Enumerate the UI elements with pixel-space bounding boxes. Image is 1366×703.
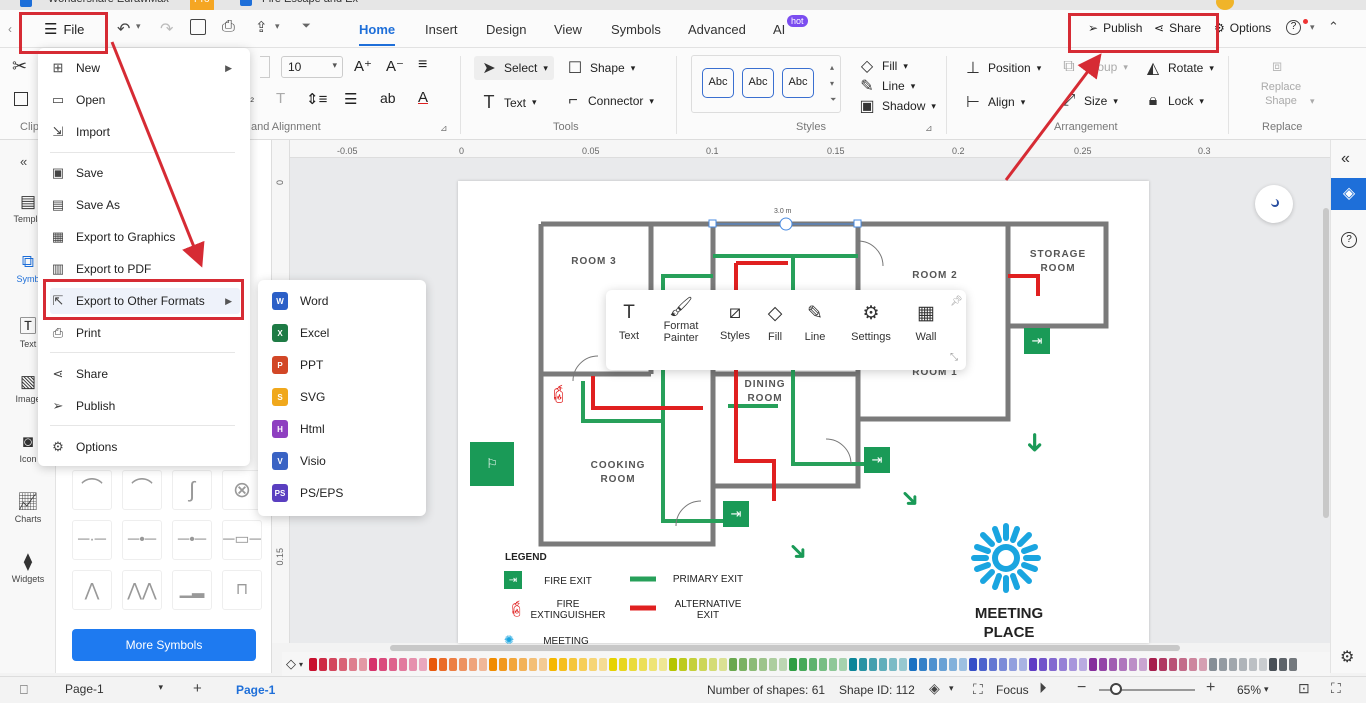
- annotation-arrows: [110, 41, 1102, 268]
